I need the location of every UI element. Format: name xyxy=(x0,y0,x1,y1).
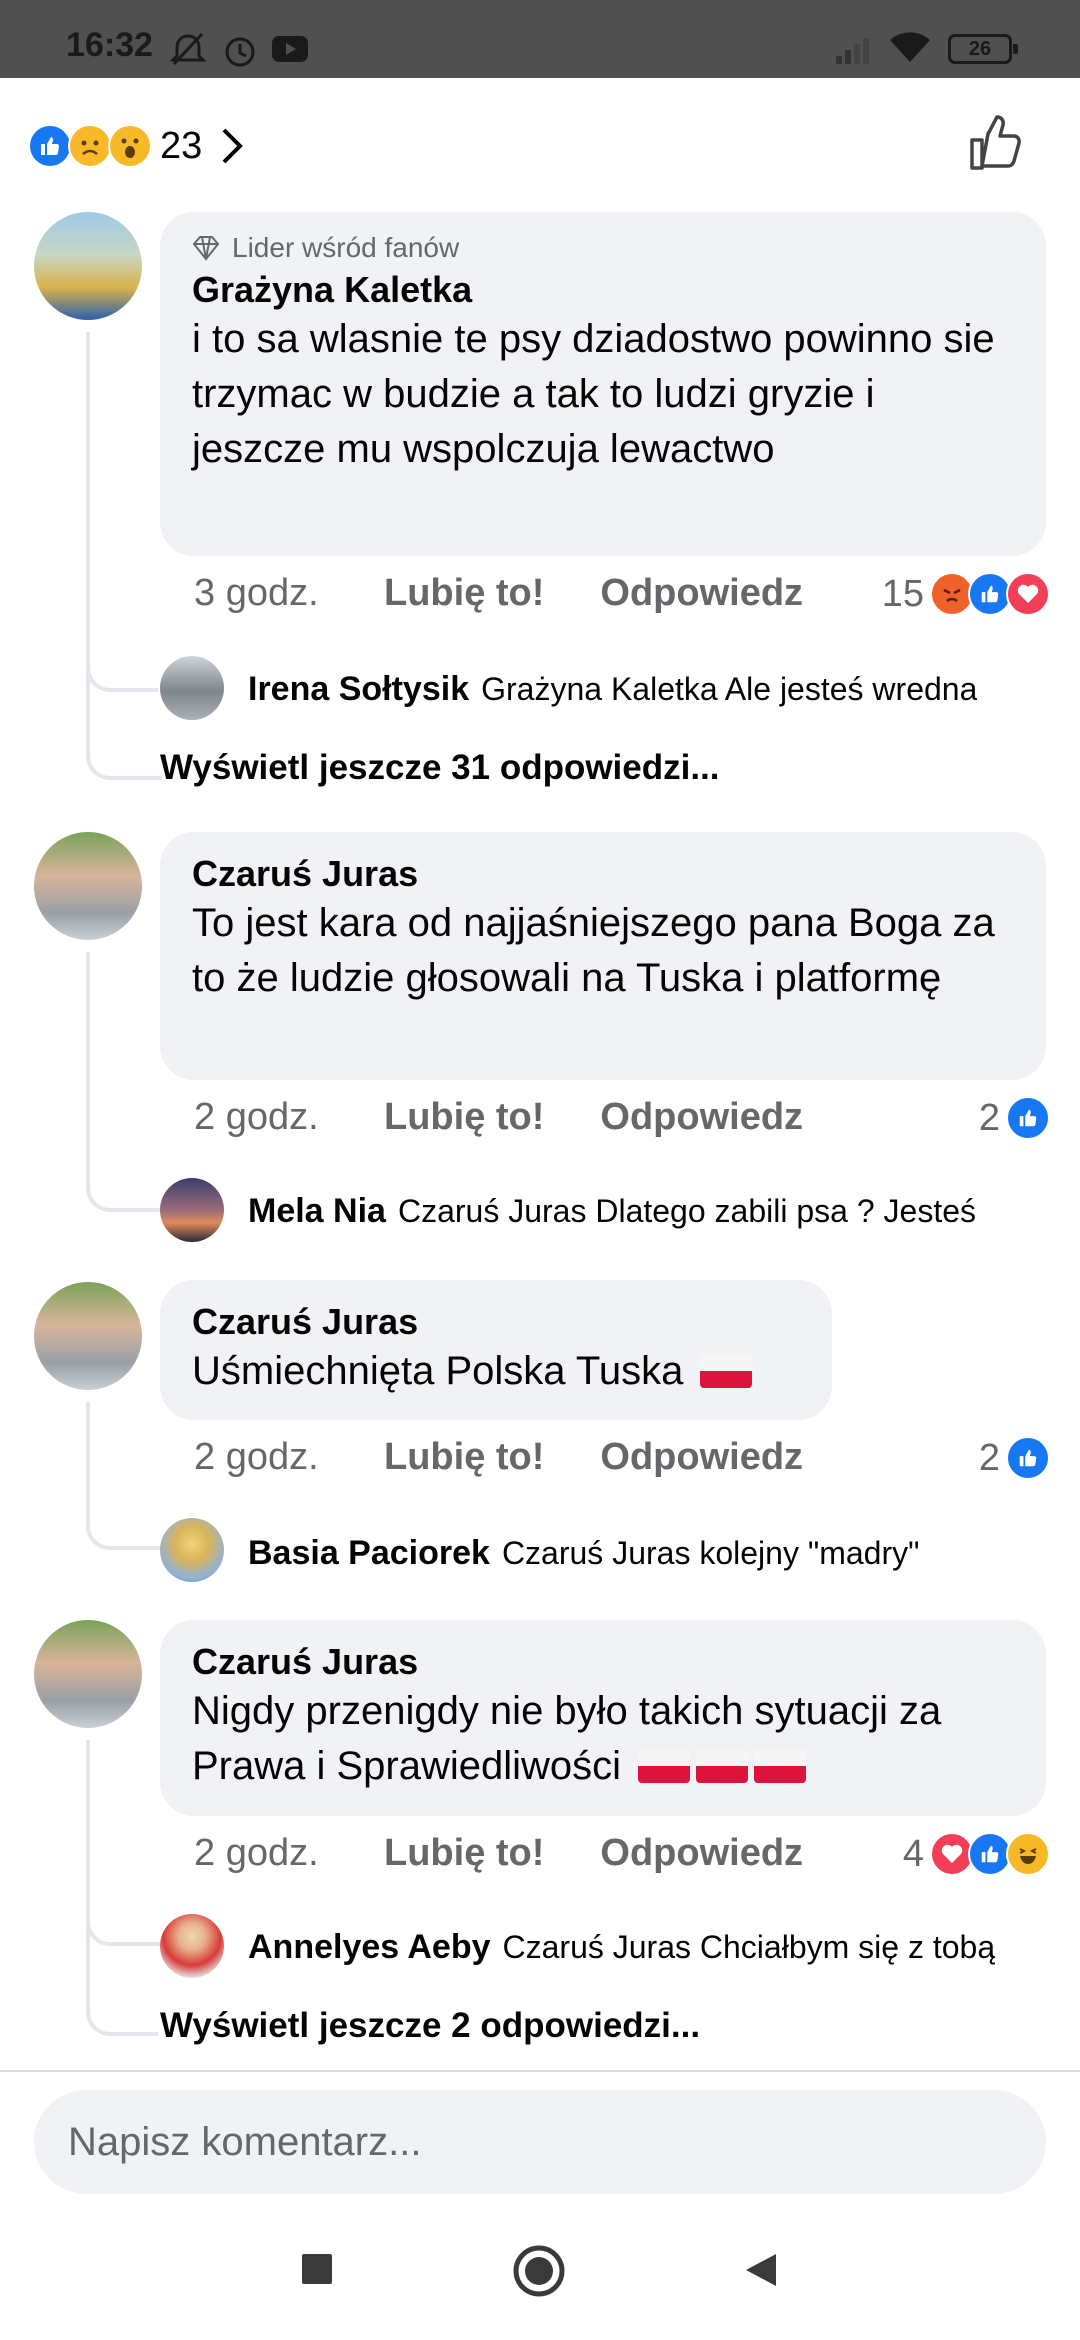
comment-author[interactable]: Grażyna Kaletka xyxy=(192,268,1014,312)
comment-reaction-count: 2 xyxy=(978,1436,1000,1479)
recents-button[interactable] xyxy=(298,2250,336,2288)
thread-line xyxy=(86,332,158,692)
comment-reaction-count: 2 xyxy=(978,1096,1000,1139)
diamond-icon xyxy=(192,236,220,261)
reply-button[interactable]: Odpowiedz xyxy=(600,1832,803,1875)
comment-text: Nigdy przenigdy nie było takich sytuacji… xyxy=(192,1689,942,1788)
reply-author: Mela Nia xyxy=(248,1191,386,1230)
haha-reaction-icon xyxy=(1006,1832,1050,1876)
avatar-mela-nia[interactable] xyxy=(160,1178,224,1242)
reply-text: Czaruś Juras Chciałbym się z tobą xyxy=(502,1928,996,1965)
mute-bell-icon xyxy=(169,32,207,66)
view-more-replies[interactable]: Wyświetl jeszcze 31 odpowiedzi... xyxy=(160,748,720,788)
comment-meta: 3 godz. Lubię to! Odpowiedz xyxy=(194,572,859,615)
like-button[interactable]: Lubię to! xyxy=(384,1436,544,1479)
poland-flag-emoji xyxy=(696,1749,749,1783)
love-reaction-icon xyxy=(1006,572,1050,616)
alarm-icon xyxy=(225,37,255,67)
comment-reaction-count: 15 xyxy=(881,572,924,615)
avatar-czarus-juras[interactable] xyxy=(34,1620,142,1728)
avatar-basia-paciorek[interactable] xyxy=(160,1518,224,1582)
divider xyxy=(0,2070,1080,2072)
badge-label: Lider wśród fanów xyxy=(232,232,460,263)
youtube-icon xyxy=(272,36,308,62)
comment-text-row: Nigdy przenigdy nie było takich sytuacji… xyxy=(192,1684,1014,1794)
comment-time: 3 godz. xyxy=(194,572,319,614)
wow-reaction-icon xyxy=(108,124,152,168)
comment-text: To jest kara od najjaśniejszego pana Bog… xyxy=(192,901,995,1000)
comment-text: i to sa wlasnie te psy dziadostwo powinn… xyxy=(192,317,995,471)
chevron-right-icon xyxy=(222,128,244,164)
comment-reactions[interactable]: 2 xyxy=(870,1436,1050,1480)
reply-preview[interactable]: Irena Sołtysik Grażyna Kaletka Ale jeste… xyxy=(248,664,1040,714)
comment-meta: 2 godz. Lubię to! Odpowiedz xyxy=(194,1096,859,1139)
poland-flag-emoji xyxy=(754,1749,807,1783)
reply-text: Grażyna Kaletka Ale jesteś wredna xyxy=(481,670,978,707)
sad-reaction-icon xyxy=(68,124,112,168)
comment-author[interactable]: Czaruś Juras xyxy=(192,1300,800,1344)
like-button[interactable]: Lubię to! xyxy=(384,1096,544,1139)
comment-bubble[interactable]: Czaruś Juras Nigdy przenigdy nie było ta… xyxy=(160,1620,1046,1816)
top-fan-badge: Lider wśród fanów xyxy=(192,232,1014,264)
poland-flag-emoji xyxy=(700,1354,753,1388)
like-button[interactable]: Lubię to! xyxy=(384,572,544,615)
navigation-bar xyxy=(0,2212,1080,2340)
reply-button[interactable]: Odpowiedz xyxy=(600,572,803,615)
wifi-icon xyxy=(890,32,930,62)
reply-author: Irena Sołtysik xyxy=(248,669,470,708)
like-reaction-icon xyxy=(1006,1096,1050,1140)
reply-button[interactable]: Odpowiedz xyxy=(600,1436,803,1479)
comment-author[interactable]: Czaruś Juras xyxy=(192,1640,1014,1684)
view-more-replies[interactable]: Wyświetl jeszcze 2 odpowiedzi... xyxy=(160,2006,700,2046)
reply-author: Basia Paciorek xyxy=(248,1533,490,1572)
comment-time: 2 godz. xyxy=(194,1096,319,1138)
comment-reactions[interactable]: 15 xyxy=(830,572,1050,616)
like-reaction-icon xyxy=(28,124,72,168)
thread-line xyxy=(86,1740,162,1946)
reply-preview[interactable]: Annelyes Aeby Czaruś Juras Chciałbym się… xyxy=(248,1922,1040,1972)
thread-line xyxy=(86,650,162,780)
like-button[interactable]: Lubię to! xyxy=(384,1832,544,1875)
comment-time: 2 godz. xyxy=(194,1436,319,1478)
comment-reaction-count: 4 xyxy=(902,1832,924,1875)
comment-bubble[interactable]: Czaruś Juras To jest kara od najjaśniejs… xyxy=(160,832,1046,1080)
comment-meta: 2 godz. Lubię to! Odpowiedz xyxy=(194,1832,859,1875)
reaction-count: 23 xyxy=(160,124,203,167)
status-bar: 16:32 26 xyxy=(0,0,1080,78)
home-button[interactable] xyxy=(512,2244,566,2298)
like-post-icon[interactable] xyxy=(966,114,1026,174)
reply-button[interactable]: Odpowiedz xyxy=(600,1096,803,1139)
battery-indicator: 26 xyxy=(948,34,1018,64)
avatar-annelyes-aeby[interactable] xyxy=(160,1914,224,1978)
back-button[interactable] xyxy=(742,2250,780,2290)
reply-text: Czaruś Juras kolejny "madry" xyxy=(501,1534,920,1571)
comment-reactions[interactable]: 4 xyxy=(830,1832,1050,1876)
thread-line xyxy=(86,1402,162,1550)
reply-author: Annelyes Aeby xyxy=(248,1927,491,1966)
comment-text-row: Uśmiechnięta Polska Tuska xyxy=(192,1344,800,1399)
avatar-czarus-juras[interactable] xyxy=(34,1282,142,1390)
comment-time: 2 godz. xyxy=(194,1832,319,1874)
comment-bubble[interactable]: Lider wśród fanów Grażyna Kaletka i to s… xyxy=(160,212,1046,556)
reply-preview[interactable]: Basia Paciorek Czaruś Juras kolejny "mad… xyxy=(248,1528,1040,1578)
comment-reactions[interactable]: 2 xyxy=(870,1096,1050,1140)
reply-preview[interactable]: Mela Nia Czaruś Juras Dlatego zabili psa… xyxy=(248,1186,1040,1236)
comment-meta: 2 godz. Lubię to! Odpowiedz xyxy=(194,1436,859,1479)
avatar-czarus-juras[interactable] xyxy=(34,832,142,940)
avatar-irena-soltysik[interactable] xyxy=(160,656,224,720)
like-reaction-icon xyxy=(1006,1436,1050,1480)
comment-input[interactable] xyxy=(34,2090,1046,2194)
comment-text: Uśmiechnięta Polska Tuska xyxy=(192,1349,684,1393)
status-time: 16:32 xyxy=(66,26,153,64)
comment-author[interactable]: Czaruś Juras xyxy=(192,852,1014,896)
reply-text: Czaruś Juras Dlatego zabili psa ? Jesteś xyxy=(397,1192,976,1229)
comment-bubble[interactable]: Czaruś Juras Uśmiechnięta Polska Tuska xyxy=(160,1280,832,1420)
signal-icon xyxy=(836,38,869,64)
poland-flag-emoji xyxy=(638,1749,691,1783)
thread-line xyxy=(86,952,162,1212)
reaction-summary[interactable]: 23 xyxy=(28,118,244,174)
avatar-grazyna-kaletka[interactable] xyxy=(34,212,142,320)
